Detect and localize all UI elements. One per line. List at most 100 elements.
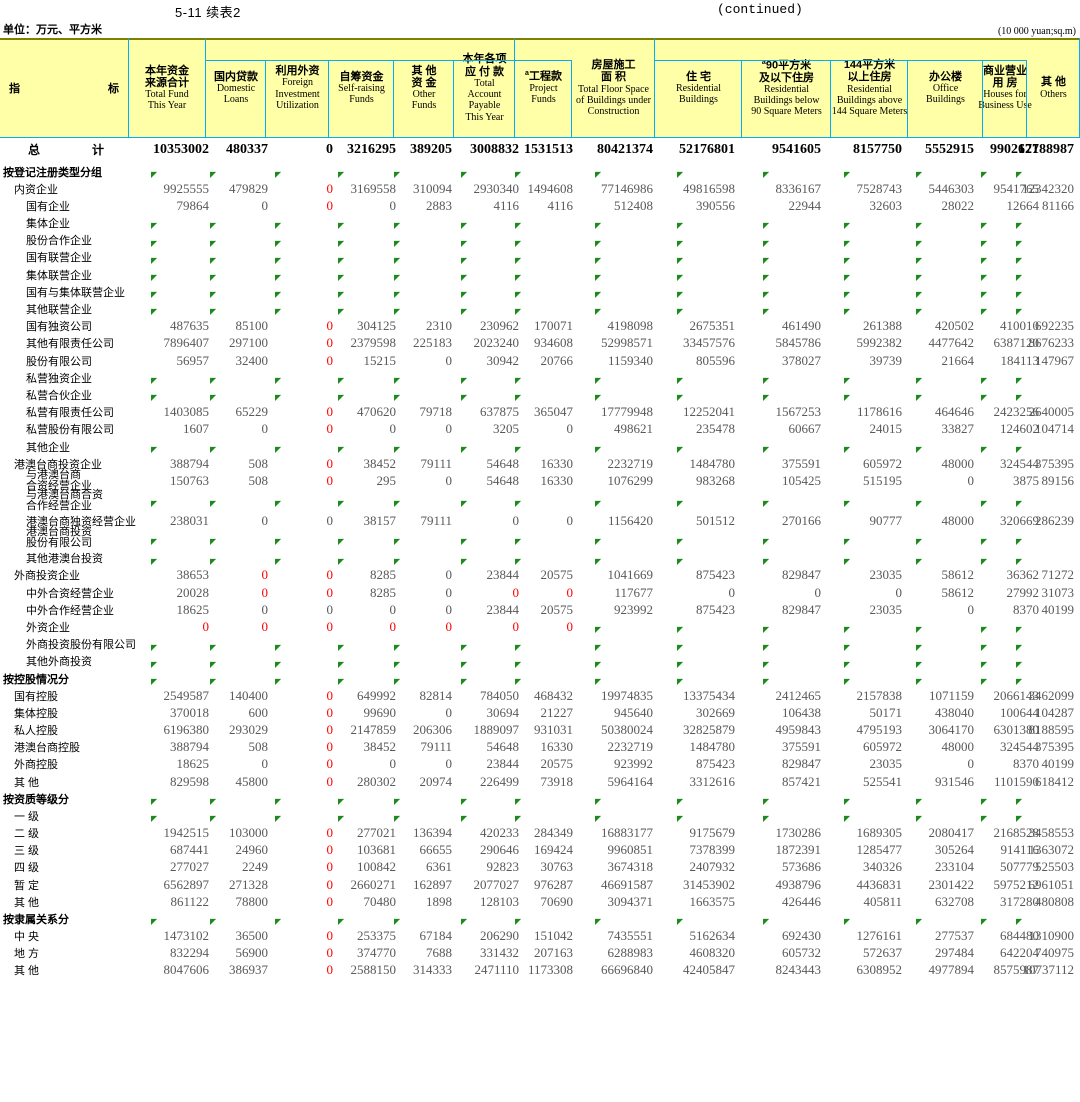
empty-cell-marker [515,447,521,453]
empty-cell-marker [461,662,467,668]
table-cell-residential: 42405847 [683,962,735,978]
empty-cell-marker [461,395,467,401]
table-row: 外资企业 0 0 0 0 0 0 0 [0,618,1080,635]
empty-cell-marker [461,275,467,281]
empty-cell-marker [1016,309,1022,315]
row-label-group: 按隶属关系分 [3,913,69,926]
table-cell-total_floor: 66696840 [601,962,653,978]
table-cell-residential: 9175679 [689,824,736,840]
empty-cell-marker [763,172,769,178]
row-label: 其他企业 [26,441,70,454]
empty-cell-marker [515,539,521,545]
table-cell-residential: 2675351 [689,318,736,334]
column-header-cn: 商业营业 [983,64,1027,77]
table-row: 集体控股 370018 600 0 99690 0 30694 21227 945640 3026… [0,704,1080,721]
table-group-row: 按资质等级分 [0,790,1080,807]
column-header-en: Funds [349,94,374,106]
empty-cell-marker [275,241,281,247]
table-cell-project_funds: 207163 [534,945,573,961]
empty-cell-marker [210,919,216,925]
table-total-row: 总计 10353002 480337 0 3216295 389205 3008832 153… [0,141,1080,158]
table-cell-res_below90: 573686 [782,859,821,875]
row-label: 私人控股 [14,724,58,737]
empty-cell-marker [677,679,683,685]
empty-cell-marker [595,309,601,315]
empty-cell-marker [394,816,400,822]
row-label: 国有联营企业 [26,252,92,265]
empty-cell-marker [210,395,216,401]
table-cell-residential: 32825879 [683,721,735,737]
empty-cell-marker [338,559,344,565]
table-row: 一 级 [0,807,1080,824]
empty-cell-marker [595,799,601,805]
empty-cell-marker [338,378,344,384]
empty-cell-marker [394,378,400,384]
column-header-cn: 利用外资 [275,65,320,78]
table-cell-residential: 52176801 [679,141,735,157]
empty-cell-marker [338,275,344,281]
empty-cell-marker [210,309,216,315]
empty-cell-marker [1016,172,1022,178]
empty-cell-marker [1016,501,1022,507]
empty-cell-marker [763,395,769,401]
row-label: 其他联营企业 [26,303,92,316]
empty-cell-marker [763,309,769,315]
row-label: 国有控股 [14,690,58,703]
table-cell-project_funds: 16330 [540,455,574,471]
table-cell-others: 2640005 [1028,404,1075,420]
empty-cell-marker [763,662,769,668]
empty-cell-marker [677,662,683,668]
grid-line [514,38,515,138]
row-label: 股份合作企业 [26,235,92,248]
empty-cell-marker [981,559,987,565]
empty-cell-marker [595,679,601,685]
column-header-en: Business Use [978,100,1032,112]
table-cell-others: 3458553 [1028,824,1075,840]
empty-cell-marker [151,799,157,805]
empty-cell-marker [981,501,987,507]
empty-cell-marker [981,447,987,453]
column-header-en: Total Floor Space [578,83,649,95]
column-header-cn: a工程款 [525,70,562,83]
table-cell-residential: 7378399 [689,842,736,858]
table-row: 其他外商投资 [0,653,1080,670]
table-cell-others: 10737112 [1022,962,1074,978]
empty-cell-marker [981,309,987,315]
empty-cell-marker [981,258,987,264]
empty-cell-marker [515,919,521,925]
empty-cell-marker [515,662,521,668]
empty-cell-marker [394,223,400,229]
table-cell-total_floor: 19974835 [601,687,653,703]
empty-cell-marker [677,395,683,401]
table-cell-res_below90: 4938796 [775,876,822,892]
table-row: 国有联营企业 [0,249,1080,266]
table-cell-residential: 33457576 [683,335,735,351]
empty-cell-marker [763,378,769,384]
column-header-cn: 来源合计 [145,76,189,89]
empty-cell-marker [677,627,683,633]
empty-cell-marker [595,378,601,384]
empty-cell-marker [916,799,922,805]
empty-cell-marker [515,223,521,229]
table-cell-others: 618412 [1035,773,1074,789]
column-header-cn: 资 金 [411,76,437,89]
empty-cell-marker [151,662,157,668]
empty-cell-marker [1016,662,1022,668]
row-label-group: 按控股情况分 [3,673,69,686]
empty-cell-marker [916,172,922,178]
column-header-en: 144 Square Meters [831,105,908,117]
empty-cell-marker [981,223,987,229]
table-cell-total_floor: 3674318 [607,859,654,875]
table-cell-others: 40199 [1041,601,1075,617]
empty-cell-marker [210,662,216,668]
empty-cell-marker [981,679,987,685]
table-row: 国有企业 79864 0 0 0 2883 4116 4116 512408 390556 2294… [0,197,1080,214]
empty-cell-marker [595,172,601,178]
table-cell-res_below90: 829847 [782,567,821,583]
empty-cell-marker [981,539,987,545]
empty-cell-marker [1016,627,1022,633]
continued-label: (continued) [717,2,803,17]
empty-cell-marker [916,447,922,453]
table-row: 港澳台商控股 388794 508 0 38452 79111 54648 16330 2232… [0,739,1080,756]
row-label: 股份有限公司 [26,355,92,368]
